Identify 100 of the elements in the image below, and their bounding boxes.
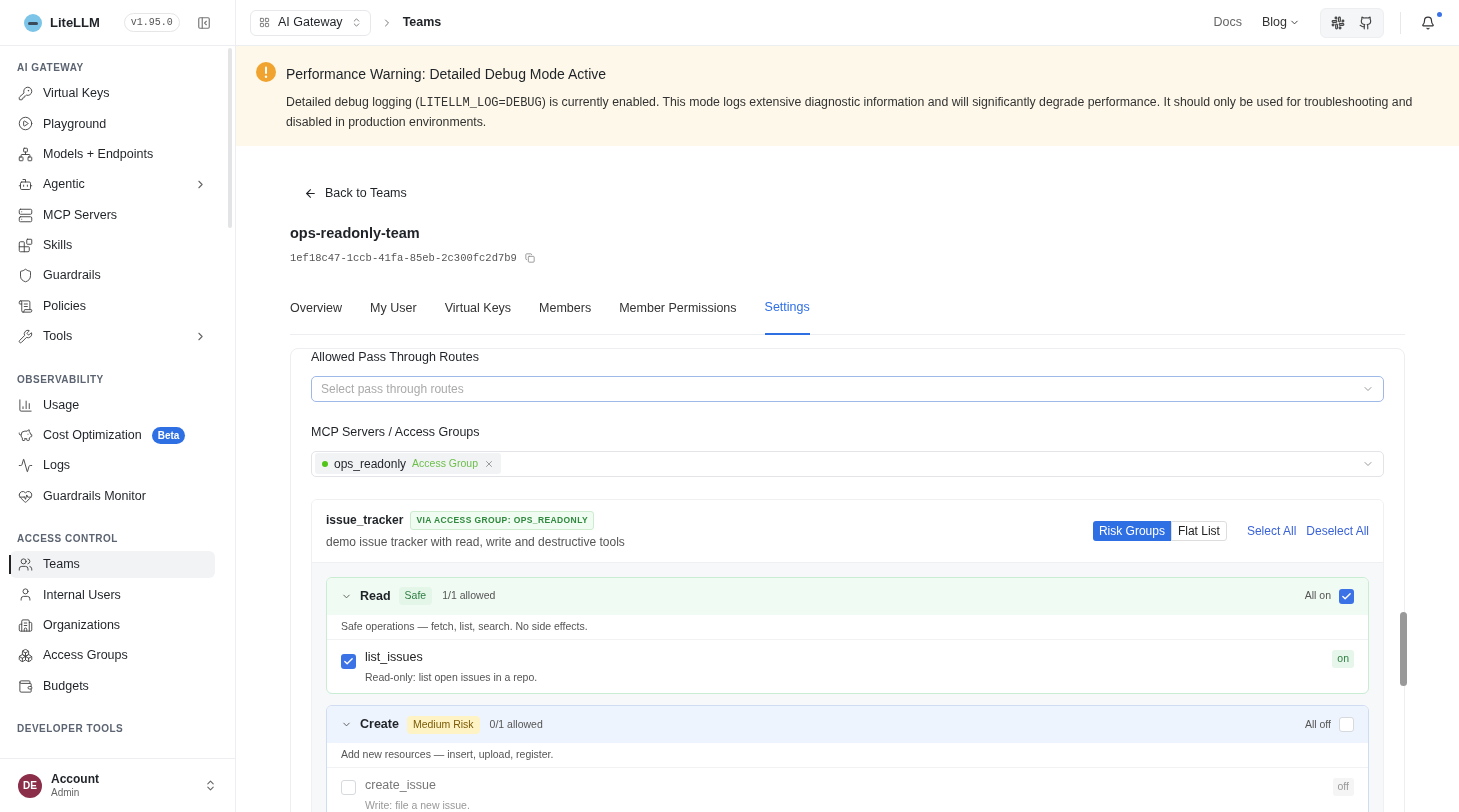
action-link[interactable]: Select All	[1246, 521, 1297, 540]
blocks-icon	[18, 237, 33, 253]
section-heading: OBSERVABILITY	[16, 372, 105, 387]
breadcrumb-current: Teams	[402, 14, 442, 32]
section-heading: AI GATEWAY	[16, 61, 85, 75]
tab[interactable]: My User	[370, 296, 417, 336]
scrollbar-thumb[interactable]	[1400, 612, 1407, 686]
header-link[interactable]: Docs	[1213, 13, 1242, 32]
access-group-badge: VIA ACCESS GROUP: OPS_READONLY	[410, 510, 595, 530]
tab[interactable]: Settings	[764, 296, 810, 336]
sidebar-item[interactable]: Skills	[10, 231, 215, 259]
field-label: Allowed Pass Through Routes	[311, 349, 480, 367]
bar-chart-icon	[18, 397, 33, 413]
app-logo: LiteLLM	[50, 13, 100, 32]
group-description: Safe operations — fetch, list, search. No side effects.	[327, 614, 1368, 640]
boxes-icon	[18, 648, 33, 664]
sidebar-item[interactable]: Tools	[10, 323, 215, 351]
toggle-all-label: All off	[1304, 716, 1331, 732]
sidebar-item[interactable]: Logs	[10, 452, 215, 480]
user-icon	[18, 587, 33, 603]
team-id: 1ef18c47-1ccb-41fa-85eb-2c300fc2d7b9	[290, 250, 517, 266]
pulse-icon	[18, 458, 33, 474]
scroll-icon	[18, 298, 33, 314]
sidebar-item[interactable]: Agentic	[10, 171, 215, 199]
allowed-count: 0/1 allowed	[489, 716, 543, 732]
tool-status-badge: on	[1332, 649, 1354, 668]
warning-icon	[256, 62, 276, 82]
server-name: issue_tracker	[326, 512, 404, 530]
tool-name: create_issue	[365, 777, 437, 795]
sidebar-item[interactable]: Teams	[10, 551, 215, 579]
section-heading: ACCESS CONTROL	[16, 532, 119, 547]
sidebar-item[interactable]: Access Groups	[10, 642, 215, 670]
collapse-sidebar-button[interactable]	[197, 15, 211, 30]
group-description: Add new resources — insert, upload, register.	[327, 743, 1368, 769]
tool-name: list_issues	[365, 648, 424, 666]
building-icon	[18, 617, 33, 633]
grid-icon	[259, 17, 270, 28]
sidebar-item[interactable]: Policies	[10, 292, 215, 320]
header-link[interactable]: Blog	[1261, 13, 1300, 32]
back-link[interactable]: Back to Teams	[304, 184, 407, 203]
beta-badge: Beta	[151, 426, 186, 444]
warning-title: Performance Warning: Detailed Debug Mode Active	[286, 65, 608, 84]
tab[interactable]: Overview	[290, 296, 343, 336]
sidebar-item[interactable]: Cost Optimization Beta	[10, 421, 215, 449]
view-toggle[interactable]: Risk Groups	[1092, 520, 1171, 541]
github-icon[interactable]	[1359, 15, 1373, 30]
play-icon	[18, 116, 33, 132]
group-name: Create	[360, 716, 399, 734]
tab[interactable]: Members	[539, 296, 592, 336]
avatar: DE	[18, 773, 42, 798]
logo-icon	[24, 13, 42, 32]
sidebar-item[interactable]: Guardrails	[10, 262, 215, 290]
sidebar-item[interactable]: MCP Servers	[10, 201, 215, 229]
check-icon	[343, 655, 354, 667]
sidebar-item[interactable]: Organizations	[10, 611, 215, 639]
sidebar-item[interactable]: Playground	[10, 110, 215, 138]
section-heading: DEVELOPER TOOLS	[16, 722, 125, 737]
sidebar-item[interactable]: Virtual Keys	[10, 80, 215, 107]
users-icon	[18, 557, 33, 573]
toggle-all-label: All on	[1304, 588, 1331, 604]
sidebar-item[interactable]: Models + Endpoints	[10, 140, 215, 168]
action-link[interactable]: Deselect All	[1306, 521, 1369, 540]
remove-icon[interactable]	[484, 458, 494, 469]
tool-description: Read-only: list open issues in a repo.	[365, 669, 538, 685]
sidebar-item[interactable]: Internal Users	[10, 581, 215, 609]
workspace-selector[interactable]: AI Gateway	[250, 9, 371, 36]
account-menu-button[interactable]	[204, 779, 217, 792]
tool-description: Write: file a new issue.	[365, 798, 470, 812]
selected-tag: ops_readonly Access Group	[315, 453, 501, 475]
tool-status-badge: off	[1332, 778, 1354, 796]
select-all-checkbox[interactable]	[1339, 588, 1354, 604]
robot-icon	[18, 177, 33, 193]
copy-button[interactable]	[524, 253, 535, 264]
arrow-left-icon	[304, 186, 317, 200]
view-toggle[interactable]: Flat List	[1170, 520, 1227, 541]
allowed-count: 1/1 allowed	[442, 588, 496, 604]
tool-checkbox[interactable]	[341, 780, 356, 796]
hierarchy-icon	[18, 146, 33, 162]
server-icon	[18, 207, 33, 223]
key-icon	[18, 86, 33, 101]
select-all-checkbox[interactable]	[1339, 717, 1354, 733]
bell-icon	[1421, 15, 1435, 30]
shield-icon	[18, 268, 33, 284]
tab[interactable]: Member Permissions	[619, 296, 737, 336]
warning-message: Detailed debug logging (LITELLM_LOG=DEBUG) is currently enabled. This mode logs extensive diagnostic information and will significantly degrade performance. It should only be used for troubleshooting and disabled in production environments.	[286, 94, 1414, 131]
server-description: demo issue tracker with read, write and destructive tools	[326, 533, 625, 551]
piggy-bank-icon	[18, 427, 33, 443]
wallet-icon	[18, 678, 33, 694]
check-icon	[1341, 590, 1352, 602]
slack-icon[interactable]	[1331, 15, 1345, 30]
risk-badge: Medium Risk	[406, 715, 480, 734]
sidebar-item[interactable]: Guardrails Monitor	[10, 482, 215, 510]
sidebar-item[interactable]: Usage	[10, 391, 215, 419]
tab[interactable]: Virtual Keys	[444, 296, 512, 336]
risk-badge: Safe	[398, 587, 433, 606]
tool-checkbox[interactable]	[341, 653, 356, 669]
mcp-servers-select[interactable]: ops_readonly Access Group	[311, 450, 1384, 477]
sidebar-item[interactable]: Budgets	[10, 672, 215, 700]
wrench-icon	[18, 329, 33, 345]
account-name: Account	[51, 771, 99, 786]
